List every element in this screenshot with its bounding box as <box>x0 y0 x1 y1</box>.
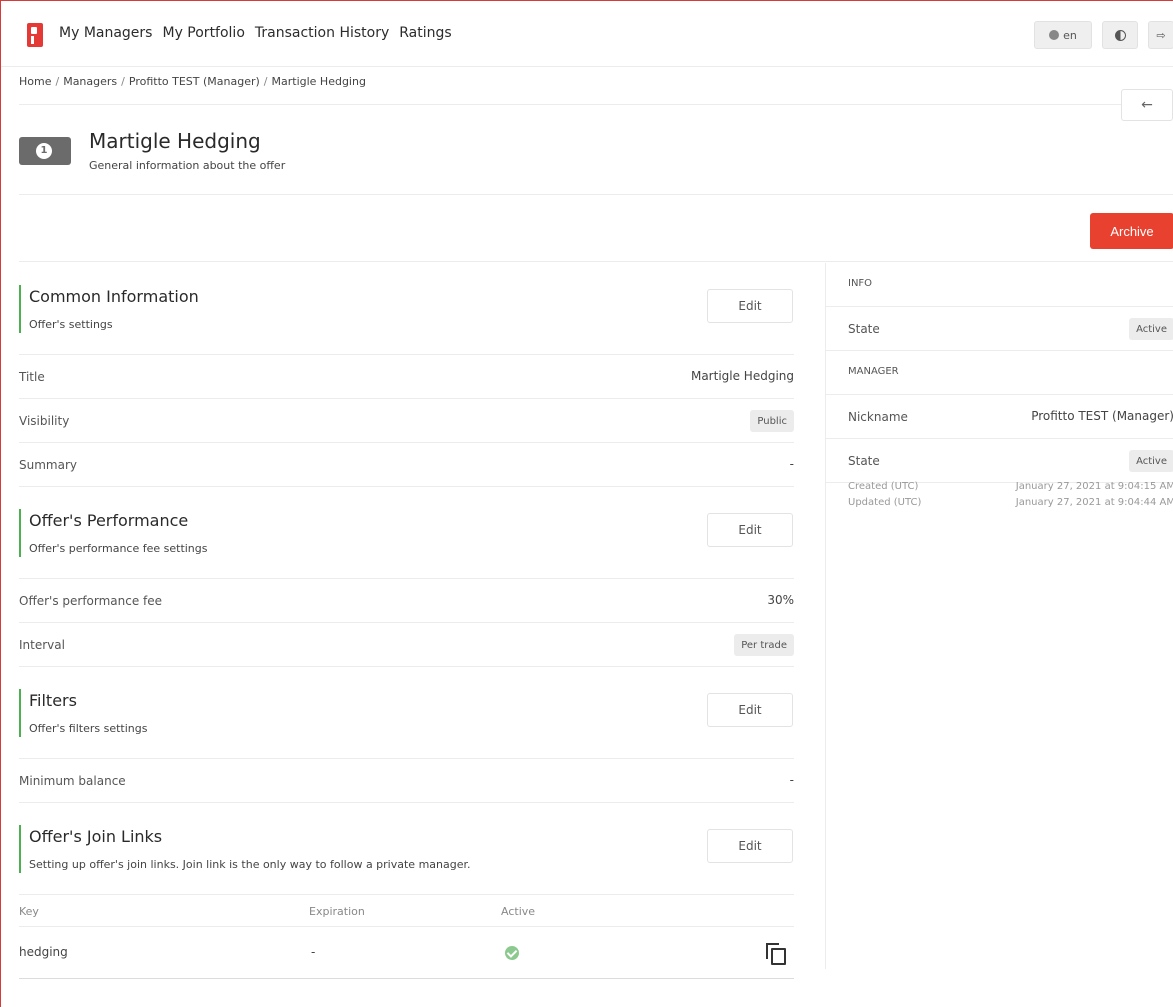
language-label: en <box>1063 28 1077 42</box>
status-badge: Active <box>1129 450 1173 472</box>
archive-button[interactable]: Archive <box>1090 213 1173 249</box>
status-badge: Active <box>1129 318 1173 340</box>
language-button[interactable]: en <box>1034 21 1092 49</box>
logo[interactable] <box>27 23 43 47</box>
section-subtitle: Offer's filters settings <box>29 722 148 735</box>
info-heading-row: INFO <box>826 263 1173 307</box>
page-title: Martigle Hedging <box>89 129 261 153</box>
nav-transaction-history[interactable]: Transaction History <box>255 25 389 41</box>
row-label: Title <box>19 370 45 384</box>
timestamps: Created (UTC) January 27, 2021 at 9:04:1… <box>848 481 1173 513</box>
row-label: Nickname <box>848 410 908 424</box>
edit-filters-button[interactable]: Edit <box>707 693 793 727</box>
breadcrumb-row: Home / Managers / Profitto TEST (Manager) / Ma… <box>19 67 1173 105</box>
join-links-table-header: Key Expiration Active <box>19 895 794 927</box>
section-subtitle: Setting up offer's join links. Join link… <box>29 858 471 871</box>
row-interval: Interval Per trade <box>19 623 794 667</box>
side-panel: INFO State Active MANAGER Nickname Profi… <box>825 263 1173 969</box>
section-common-information: Common Information Offer's settings Edit <box>19 263 794 355</box>
nav-my-managers[interactable]: My Managers <box>59 25 152 41</box>
created-value: January 27, 2021 at 9:04:15 AM <box>1015 481 1173 492</box>
logout-icon: ⇨ <box>1156 28 1166 42</box>
row-minimum-balance: Minimum balance - <box>19 759 794 803</box>
contrast-icon <box>1114 29 1126 41</box>
section-performance: Offer's Performance Offer's performance … <box>19 487 794 579</box>
table-row: hedging - <box>19 927 794 979</box>
section-accent-bar <box>19 285 21 333</box>
visibility-badge: Public <box>750 410 794 432</box>
archive-row: Archive <box>19 195 1173 262</box>
breadcrumb-managers[interactable]: Managers <box>63 75 117 88</box>
section-title: Filters <box>29 691 77 710</box>
section-subtitle: Offer's settings <box>29 318 113 331</box>
row-title: Title Martigle Hedging <box>19 355 794 399</box>
row-label: State <box>848 322 880 336</box>
edit-join-links-button[interactable]: Edit <box>707 829 793 863</box>
breadcrumb-manager[interactable]: Profitto TEST (Manager) <box>129 75 260 88</box>
section-accent-bar <box>19 825 21 873</box>
row-value: 30% <box>767 593 794 607</box>
join-link-expiration: - <box>311 945 316 959</box>
row-value: - <box>789 773 794 787</box>
join-link-key: hedging <box>19 945 68 959</box>
column-active: Active <box>501 905 536 918</box>
section-filters: Filters Offer's filters settings Edit <box>19 667 794 759</box>
nav-links: My Managers My Portfolio Transaction His… <box>59 25 452 41</box>
edit-performance-button[interactable]: Edit <box>707 513 793 547</box>
manager-heading-row: MANAGER <box>826 351 1173 395</box>
info-state-row: State Active <box>826 307 1173 351</box>
manager-heading: MANAGER <box>848 366 899 377</box>
updated-row: Updated (UTC) January 27, 2021 at 9:04:4… <box>848 497 1173 513</box>
row-performance-fee: Offer's performance fee 30% <box>19 579 794 623</box>
section-accent-bar <box>19 689 21 737</box>
created-row: Created (UTC) January 27, 2021 at 9:04:1… <box>848 481 1173 497</box>
copy-icon[interactable] <box>766 943 786 965</box>
globe-icon <box>1049 30 1060 40</box>
top-navigation: My Managers My Portfolio Transaction His… <box>1 1 1173 67</box>
section-title: Common Information <box>29 287 199 306</box>
top-controls: en ⇨ <box>1034 21 1173 49</box>
logout-button[interactable]: ⇨ <box>1148 21 1173 49</box>
nav-ratings[interactable]: Ratings <box>399 25 451 41</box>
row-label: Offer's performance fee <box>19 594 163 608</box>
row-label: Summary <box>19 458 77 472</box>
section-subtitle: Offer's performance fee settings <box>29 542 208 555</box>
theme-toggle-button[interactable] <box>1102 21 1138 49</box>
breadcrumb-home[interactable]: Home <box>19 75 51 88</box>
breadcrumb-separator: / <box>263 75 268 88</box>
breadcrumb-separator: / <box>55 75 60 88</box>
section-accent-bar <box>19 509 21 557</box>
info-heading: INFO <box>848 278 873 289</box>
nav-my-portfolio[interactable]: My Portfolio <box>162 25 244 41</box>
column-key: Key <box>19 905 39 918</box>
row-value: - <box>789 457 794 471</box>
row-label: Visibility <box>19 414 70 428</box>
interval-badge: Per trade <box>734 634 794 656</box>
page-subtitle: General information about the offer <box>89 159 286 172</box>
edit-common-button[interactable]: Edit <box>707 289 793 323</box>
created-label: Created (UTC) <box>848 481 919 492</box>
offer-icon <box>19 137 71 165</box>
row-visibility: Visibility Public <box>19 399 794 443</box>
updated-value: January 27, 2021 at 9:04:44 AM <box>1015 497 1173 508</box>
row-label: Minimum balance <box>19 774 126 788</box>
updated-label: Updated (UTC) <box>848 497 922 508</box>
section-title: Offer's Performance <box>29 511 189 530</box>
manager-nickname-row: Nickname Profitto TEST (Manager) <box>826 395 1173 439</box>
section-title: Offer's Join Links <box>29 827 163 846</box>
offer-details: Common Information Offer's settings Edit… <box>19 263 794 979</box>
breadcrumb-current: Martigle Hedging <box>271 75 366 88</box>
manager-state-row: State Active <box>826 439 1173 483</box>
section-join-links: Offer's Join Links Setting up offer's jo… <box>19 803 794 895</box>
check-circle-icon <box>505 946 519 960</box>
breadcrumb: Home / Managers / Profitto TEST (Manager) / Ma… <box>19 75 366 88</box>
row-value: Martigle Hedging <box>690 369 794 383</box>
row-label: Interval <box>19 638 65 652</box>
column-expiration: Expiration <box>309 905 365 918</box>
breadcrumb-separator: / <box>121 75 125 88</box>
page-header: Martigle Hedging General information abo… <box>19 105 1173 195</box>
row-summary: Summary - <box>19 443 794 487</box>
row-label: State <box>848 454 880 468</box>
manager-nickname-link[interactable]: Profitto TEST (Manager) <box>1031 409 1173 423</box>
